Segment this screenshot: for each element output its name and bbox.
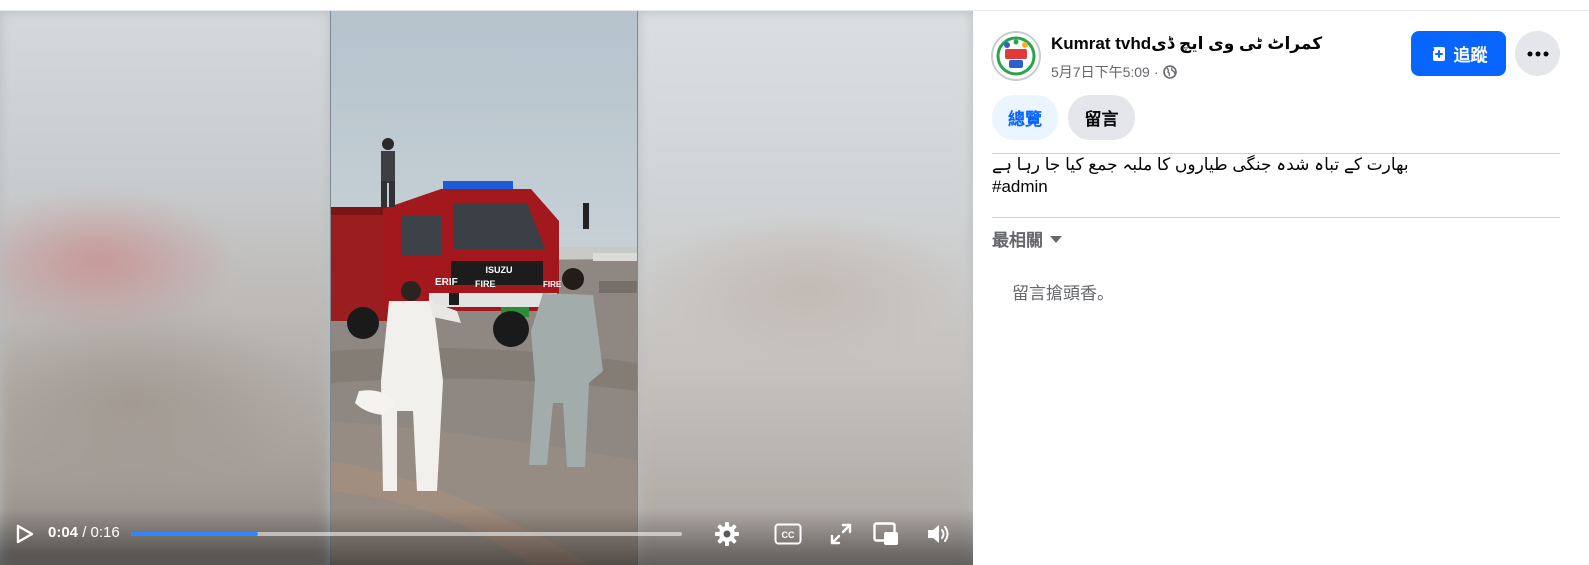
truck-rear-wheel — [347, 307, 379, 339]
post-meta: 5月7日下午5:09 · — [1051, 62, 1177, 82]
post-hashtag[interactable]: #admin — [992, 177, 1048, 197]
expand-icon — [830, 523, 852, 545]
page-avatar[interactable] — [991, 31, 1041, 81]
svg-text:CC: CC — [782, 530, 795, 540]
video-scene: ISUZU FIRE ERIF FIRE — [331, 138, 637, 565]
more-options-button[interactable] — [1515, 31, 1560, 76]
picture-in-picture-button[interactable] — [870, 518, 902, 550]
comment-sort-label: 最相關 — [992, 231, 1043, 250]
volume-icon — [928, 525, 949, 543]
follow-button-label: 追蹤 — [1453, 46, 1488, 65]
post-date[interactable]: 5月7日下午5:09 — [1051, 62, 1150, 82]
man-grey-head — [562, 268, 584, 290]
tab-comments[interactable]: 留言 — [1068, 95, 1135, 140]
person-on-truck-leg-right — [389, 181, 395, 207]
truck-bumper — [429, 293, 557, 307]
caret-down-icon — [1050, 235, 1062, 243]
globe-icon — [1162, 65, 1177, 79]
video-time-display: 0:04 / 0:16 — [48, 524, 120, 541]
video-player[interactable]: ISUZU FIRE ERIF FIRE 0:04 / 0:16 CC — [0, 11, 973, 565]
video-controls-bar: 0:04 / 0:16 CC — [0, 508, 973, 565]
top-border — [0, 0, 1589, 11]
video-blur-background-left — [0, 11, 330, 565]
post-caption: بھارت کے تباہ شدہ جنگی طیاروں کا ملبہ جم… — [992, 155, 1409, 174]
settings-button[interactable] — [710, 517, 744, 551]
video-progress-bar[interactable] — [131, 532, 682, 536]
person-on-truck-head — [382, 138, 394, 150]
video-duration: 0:16 — [90, 524, 120, 541]
comment-sort-dropdown[interactable]: 最相關 — [992, 226, 1063, 251]
play-icon — [16, 524, 34, 544]
more-dots-icon — [1527, 51, 1548, 56]
captions-button[interactable]: CC — [771, 518, 805, 550]
truck-mirror-fire-label: ERIF — [435, 277, 458, 288]
truck-front-wheel — [493, 311, 529, 347]
person-on-truck-leg-left — [381, 181, 387, 207]
volume-button[interactable] — [922, 518, 956, 550]
truck-side-fire-label: FIRE — [543, 280, 562, 289]
video-blur-background-right — [638, 11, 973, 565]
truck-mirror — [583, 203, 589, 229]
fullscreen-button[interactable] — [825, 518, 857, 550]
distant-debris — [599, 281, 637, 293]
man-white-head — [401, 281, 421, 301]
empty-comments-message: 留言搶頭香。 — [1012, 284, 1114, 303]
divider — [992, 217, 1560, 218]
follow-button[interactable]: 追蹤 — [1411, 31, 1506, 76]
page-name-link[interactable]: Kumrat tvhdکمراٹ ٹی وی ایچ ڈی — [1051, 34, 1322, 54]
man-white-phone — [449, 293, 459, 305]
video-frame[interactable]: ISUZU FIRE ERIF FIRE — [330, 11, 638, 565]
truck-side-window — [401, 216, 441, 256]
truck-light-bar — [443, 181, 513, 189]
picture-in-picture-icon — [873, 522, 898, 545]
gear-icon — [715, 522, 739, 546]
cc-icon: CC — [774, 523, 802, 545]
truck-tank — [331, 211, 391, 321]
page-logo-icon — [994, 34, 1038, 78]
person-on-truck-body — [381, 151, 395, 183]
truck-brand-label: ISUZU — [486, 265, 513, 275]
post-side-panel: Kumrat tvhdکمراٹ ٹی وی ایچ ڈی 5月7日下午5:09… — [973, 11, 1589, 565]
video-current-time: 0:04 — [48, 524, 79, 541]
play-button[interactable] — [10, 520, 38, 548]
truck-front-fire-label: FIRE — [475, 279, 496, 289]
meta-separator: · — [1153, 64, 1159, 80]
tab-overview[interactable]: 總覽 — [992, 95, 1058, 140]
video-time-separator: / — [78, 524, 91, 541]
distant-crowd — [593, 253, 637, 261]
follow-page-icon — [1430, 46, 1445, 61]
video-progress-fill — [131, 532, 258, 536]
